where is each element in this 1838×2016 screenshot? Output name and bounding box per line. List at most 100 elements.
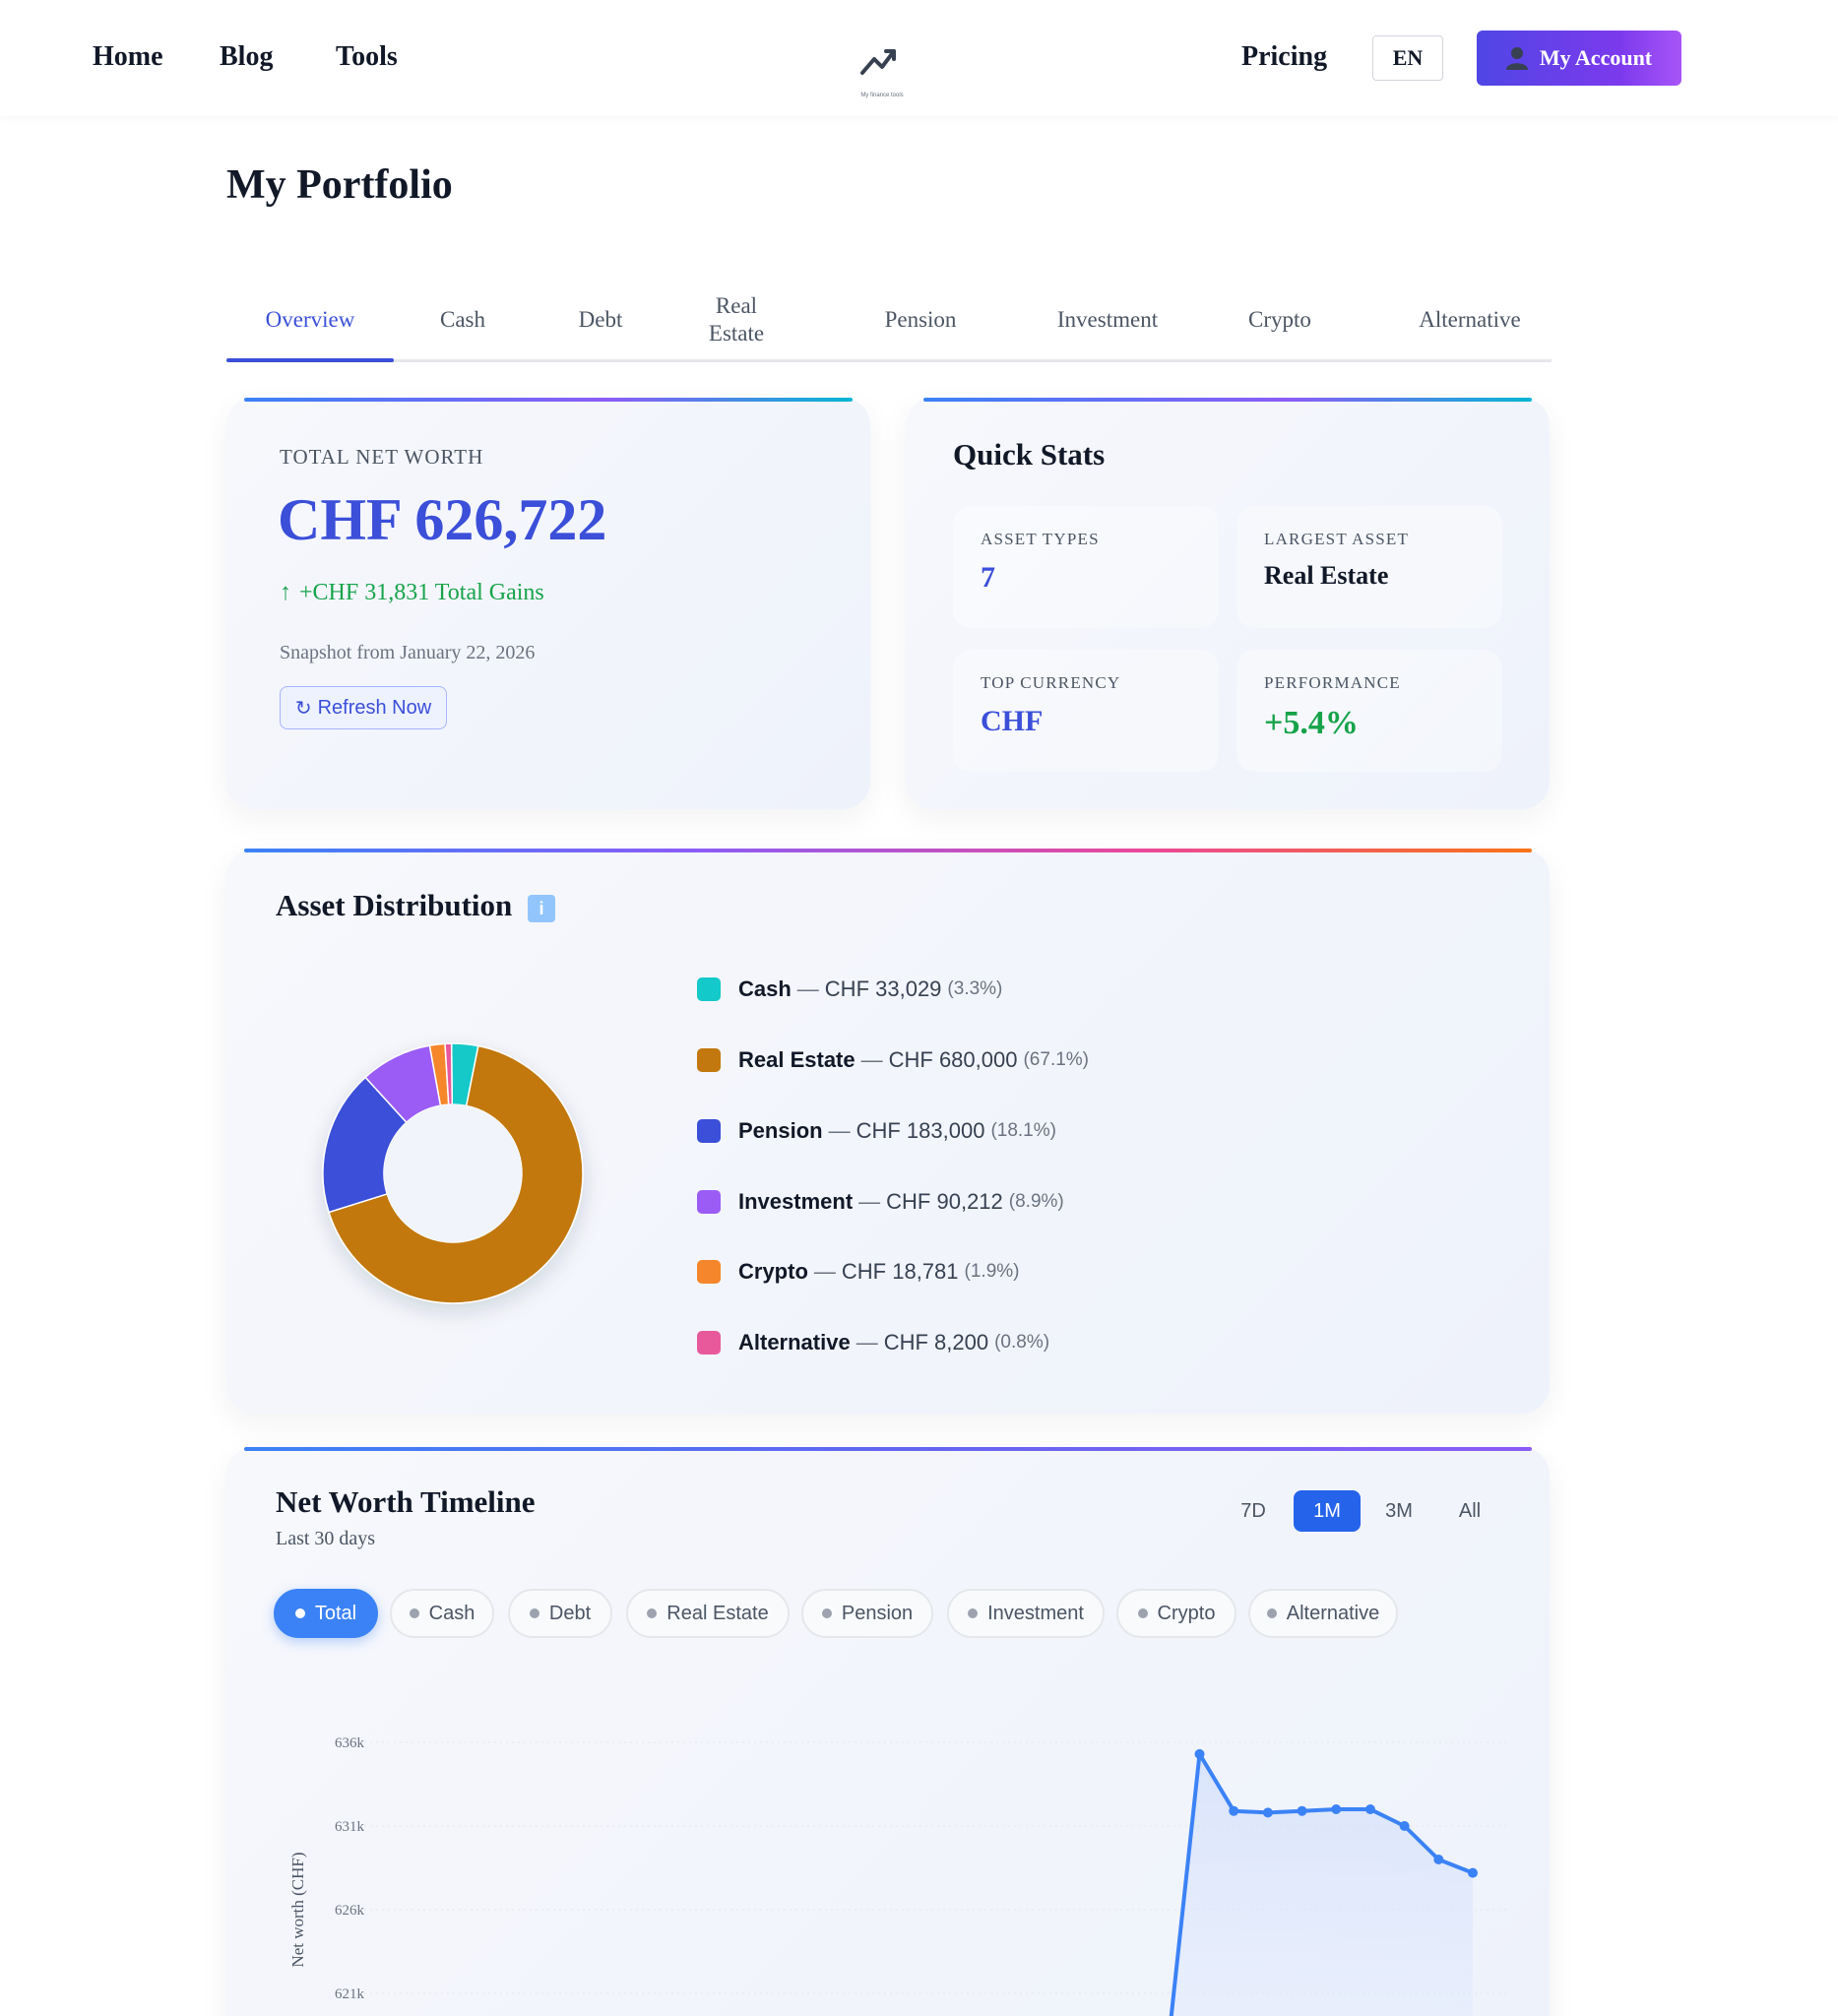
filter-label: Cash <box>428 1602 475 1624</box>
my-account-button[interactable]: My Account <box>1477 31 1681 86</box>
legend-name: Pension <box>738 1118 823 1143</box>
tab-debt[interactable]: Debt <box>532 278 669 362</box>
filter-debt[interactable]: Debt <box>508 1589 612 1638</box>
data-point[interactable] <box>1194 1748 1205 1759</box>
timeline-subtitle: Last 30 days <box>276 1528 376 1549</box>
card-accent-bar <box>244 1447 1532 1451</box>
legend-name: Real Estate <box>738 1047 856 1072</box>
stat-value: Real Estate <box>1264 561 1389 590</box>
legend-percent: (0.8%) <box>994 1332 1050 1353</box>
language-selector[interactable]: EN <box>1372 35 1443 81</box>
data-point[interactable] <box>1297 1805 1307 1816</box>
net-worth-line-chart: 636k 631k 626k 621k Net worth (CHF) <box>288 1735 1506 2016</box>
stat-value: +5.4% <box>1264 705 1359 741</box>
my-account-label: My Account <box>1539 45 1653 70</box>
data-point[interactable] <box>1399 1821 1410 1831</box>
page-title: My Portfolio <box>226 162 453 208</box>
legend-percent: (1.9%) <box>964 1261 1020 1282</box>
stat-value: 7 <box>981 561 995 594</box>
range-7d-button[interactable]: 7D <box>1223 1490 1284 1532</box>
data-point[interactable] <box>1433 1855 1444 1864</box>
stat-label: TOP CURRENCY <box>981 673 1121 692</box>
data-point[interactable] <box>1468 1867 1478 1878</box>
stat-largest-asset: LARGEST ASSET Real Estate <box>1236 506 1502 628</box>
tab-crypto[interactable]: Crypto <box>1211 278 1349 362</box>
stat-label: PERFORMANCE <box>1264 673 1401 692</box>
total-gains: ↑ +CHF 31,831 Total Gains <box>280 579 544 606</box>
stat-top-currency: TOP CURRENCY CHF <box>953 650 1219 772</box>
quick-stats-card: Quick Stats ASSET TYPES 7 LARGEST ASSET … <box>906 398 1550 809</box>
legend-swatch <box>697 1048 721 1072</box>
legend-separator: — <box>828 1118 851 1143</box>
dot-icon <box>294 1608 305 1618</box>
tab-real-estate[interactable]: Real Estate <box>687 278 786 362</box>
arrow-up-icon: ↑ <box>280 579 291 605</box>
range-3m-button[interactable]: 3M <box>1368 1490 1429 1532</box>
filter-alternative[interactable]: Alternative <box>1248 1589 1398 1638</box>
dot-icon <box>409 1608 419 1618</box>
legend-item-investment: Investment — CHF 90,212 (8.9%) <box>697 1187 1064 1217</box>
range-1m-button[interactable]: 1M <box>1294 1490 1361 1532</box>
tab-investment[interactable]: Investment <box>1014 278 1201 362</box>
legend-separator: — <box>796 976 819 1001</box>
tab-cash[interactable]: Cash <box>394 278 532 362</box>
top-nav: Home Blog Tools My finance tools Pricing… <box>0 0 1838 116</box>
data-point[interactable] <box>1229 1805 1239 1816</box>
filter-investment[interactable]: Investment <box>947 1589 1105 1638</box>
refresh-now-button[interactable]: ↻ Refresh Now <box>280 686 447 729</box>
dot-icon <box>1137 1608 1148 1618</box>
tab-alternative[interactable]: Alternative <box>1388 278 1552 362</box>
card-accent-bar <box>923 398 1532 402</box>
legend-item-cash: Cash — CHF 33,029 (3.3%) <box>697 975 1002 1004</box>
info-icon[interactable]: i <box>528 895 555 922</box>
legend-separator: — <box>856 1330 878 1354</box>
legend-swatch <box>697 1331 721 1354</box>
filter-label: Investment <box>987 1602 1084 1624</box>
filter-cash[interactable]: Cash <box>390 1589 494 1638</box>
card-accent-bar <box>244 849 1532 852</box>
asset-distribution-donut <box>322 1042 584 1304</box>
filter-pension[interactable]: Pension <box>801 1589 933 1638</box>
tab-overview[interactable]: Overview <box>226 278 394 362</box>
filter-label: Debt <box>548 1602 592 1624</box>
legend-percent: (8.9%) <box>1008 1191 1064 1212</box>
stat-value: CHF <box>981 705 1044 737</box>
tab-pension[interactable]: Pension <box>847 278 994 362</box>
logo-text: My finance tools <box>860 93 903 98</box>
data-point[interactable] <box>1364 1804 1375 1814</box>
y-axis-label: Net worth (CHF) <box>288 1852 307 1967</box>
dot-icon <box>529 1608 539 1618</box>
nav-pricing-link[interactable]: Pricing <box>1241 41 1327 73</box>
filter-crypto[interactable]: Crypto <box>1116 1589 1236 1638</box>
portfolio-tabs: Overview Cash Debt Real Estate Pension I… <box>226 278 1552 362</box>
legend-swatch <box>697 1260 721 1284</box>
nav-tools-link[interactable]: Tools <box>336 41 398 73</box>
net-worth-label: TOTAL NET WORTH <box>280 445 484 469</box>
legend-name: Crypto <box>738 1259 808 1284</box>
dot-icon <box>821 1608 832 1618</box>
legend-value: CHF 680,000 <box>888 1047 1018 1072</box>
range-all-button[interactable]: All <box>1439 1490 1500 1532</box>
legend-value: CHF 90,212 <box>886 1189 1003 1214</box>
legend-percent: (3.3%) <box>947 978 1003 999</box>
logo[interactable]: My finance tools <box>853 39 912 108</box>
legend-separator: — <box>858 1189 881 1214</box>
data-point[interactable] <box>1331 1804 1342 1814</box>
y-tick-label: 626k <box>335 1903 365 1919</box>
filter-label: Real Estate <box>666 1602 769 1624</box>
legend-separator: — <box>860 1047 883 1072</box>
nav-home-link[interactable]: Home <box>93 41 163 73</box>
legend-percent: (18.1%) <box>990 1120 1056 1141</box>
refresh-now-label: Refresh Now <box>317 696 432 719</box>
legend-name: Alternative <box>738 1330 851 1354</box>
y-tick-label: 621k <box>335 1986 365 2002</box>
nav-blog-link[interactable]: Blog <box>220 41 273 73</box>
legend-value: CHF 33,029 <box>824 976 942 1001</box>
legend-value: CHF 183,000 <box>856 1118 985 1143</box>
refresh-icon: ↻ <box>294 697 312 720</box>
data-point[interactable] <box>1262 1807 1273 1818</box>
filter-real-estate[interactable]: Real Estate <box>626 1589 790 1638</box>
legend-separator: — <box>813 1259 836 1284</box>
filter-total[interactable]: Total <box>274 1589 378 1638</box>
dot-icon <box>647 1608 658 1618</box>
